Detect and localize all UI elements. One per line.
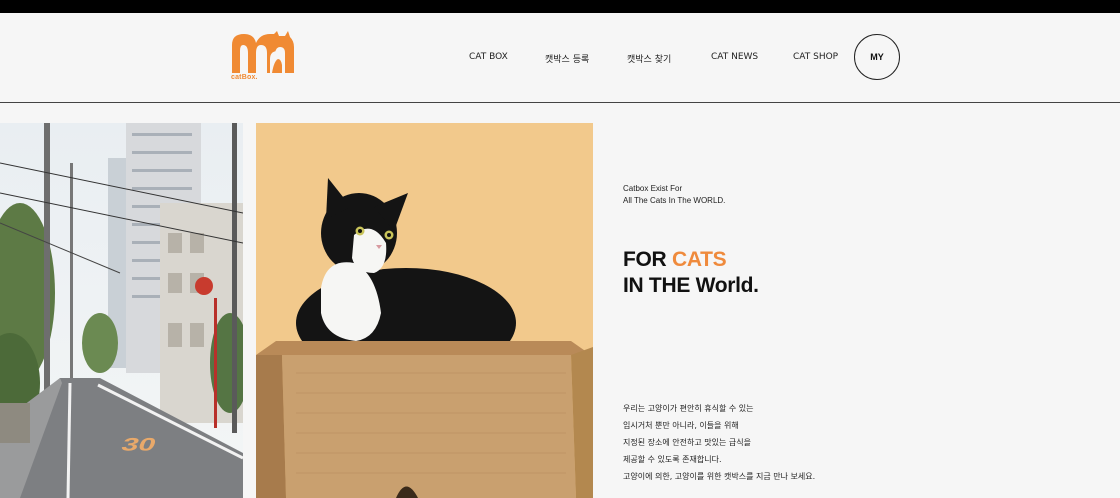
description-line: 지정된 장소에 안전하고 맛있는 급식을 (623, 438, 751, 447)
description-line: 우리는 고양이가 편안히 휴식할 수 있는 (623, 404, 754, 413)
top-black-bar (0, 0, 1120, 13)
hero-tagline: Catbox Exist For All The Cats In The WOR… (623, 183, 725, 207)
headline-cats: CATS (671, 248, 727, 271)
tagline-line-1: Catbox Exist For (623, 184, 683, 193)
my-page-button[interactable]: MY (854, 34, 900, 80)
street-photo: 30 (0, 123, 243, 498)
headline-line-2: IN THE World. (623, 274, 759, 297)
tagline-line-2: All The Cats In The WORLD. (623, 196, 726, 205)
nav-item-cat-shop[interactable]: CAT SHOP (793, 52, 838, 62)
catbox-logo[interactable]: catBox. (230, 31, 296, 83)
hero-description: 우리는 고양이가 편안히 휴식할 수 있는 임시거처 뿐만 아니라, 이들을 위… (623, 400, 815, 485)
nav-item-find[interactable]: 캣박스 찾기 (627, 52, 671, 65)
description-line: 임시거처 뿐만 아니라, 이들을 위해 (623, 421, 739, 430)
nav-item-cat-box[interactable]: CAT BOX (469, 52, 508, 62)
headline-for: FOR (623, 248, 667, 271)
nav-item-register[interactable]: 캣박스 등록 (545, 52, 589, 65)
description-line: 제공할 수 있도록 존재합니다. (623, 455, 722, 464)
hero-headline: FOR CATS IN THE World. (623, 247, 759, 299)
description-line: 고양이에 의한, 고양이를 위한 캣박스를 지금 만나 보세요. (623, 472, 816, 481)
nav-item-cat-news[interactable]: CAT NEWS (711, 52, 758, 62)
site-header: catBox. CAT BOX 캣박스 등록 캣박스 찾기 CAT NEWS C… (0, 13, 1120, 103)
cat-in-box-photo (256, 123, 593, 498)
logo-wordmark: catBox. (231, 74, 258, 81)
